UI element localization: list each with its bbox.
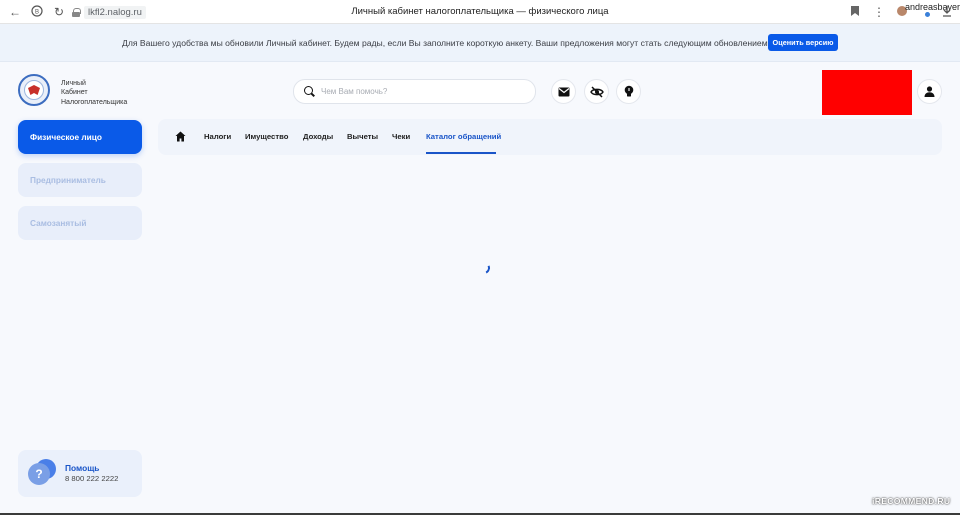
main-tabs: Налоги Имущество Доходы Вычеты Чеки Ката…: [158, 119, 942, 155]
search-box[interactable]: [293, 79, 536, 104]
tab-taxes[interactable]: Налоги: [204, 132, 231, 141]
sidebar-item-self-employed[interactable]: Самозанятый: [18, 206, 142, 240]
logo-line-1: Личный: [61, 80, 86, 87]
help-phone: 8 800 222 2222: [65, 474, 119, 483]
sync-badge-icon: [924, 11, 931, 18]
more-menu-icon[interactable]: ⋮: [872, 5, 886, 19]
search-input[interactable]: [321, 87, 521, 96]
help-question-icon: ?: [28, 463, 50, 485]
tab-appeals-catalog[interactable]: Каталог обращений: [426, 132, 501, 141]
tab-deductions[interactable]: Вычеты: [347, 132, 378, 141]
tab-receipts[interactable]: Чеки: [392, 132, 410, 141]
tab-property[interactable]: Имущество: [245, 132, 288, 141]
fns-emblem-logo[interactable]: [18, 74, 50, 106]
profile-button[interactable]: [917, 79, 942, 104]
hide-amounts-button[interactable]: [584, 79, 609, 104]
messages-button[interactable]: [551, 79, 576, 104]
bookmark-icon[interactable]: [848, 5, 862, 19]
search-icon: [304, 86, 315, 97]
eye-off-icon: [589, 85, 604, 98]
logo-line-2: Кабинет: [61, 89, 88, 97]
home-icon[interactable]: [175, 131, 186, 142]
logo-text[interactable]: Личный Кабинет Налогоплательщика: [61, 79, 127, 107]
redacted-user-info: [822, 70, 912, 115]
sidebar-item-individual[interactable]: Физическое лицо: [18, 120, 142, 154]
watermark: iRECOMMEND.RU: [872, 496, 951, 506]
tab-title: Личный кабинет налогоплательщика — физич…: [351, 6, 609, 17]
help-card[interactable]: ? Помощь 8 800 222 2222: [18, 450, 142, 497]
loading-spinner-icon: [476, 260, 492, 276]
tab-income[interactable]: Доходы: [303, 132, 333, 141]
survey-banner: Для Вашего удобства мы обновили Личный к…: [0, 24, 960, 62]
logo-line-3: Налогоплательщика: [61, 98, 128, 106]
mail-icon: [558, 87, 569, 96]
sidebar-item-entrepreneur[interactable]: Предприниматель: [18, 163, 142, 197]
browser-toolbar: ← B ↻ lkfl2.nalog.ru Личный кабинет нало…: [0, 0, 960, 24]
rate-version-button[interactable]: Оценить версию: [768, 34, 838, 51]
tips-button[interactable]: [616, 79, 641, 104]
lightbulb-icon: [624, 85, 633, 97]
user-icon: [924, 86, 935, 97]
help-title: Помощь: [65, 463, 100, 473]
active-tab-indicator: [426, 152, 496, 154]
download-icon[interactable]: [940, 5, 954, 19]
banner-text: Для Вашего удобства мы обновили Личный к…: [122, 38, 768, 48]
